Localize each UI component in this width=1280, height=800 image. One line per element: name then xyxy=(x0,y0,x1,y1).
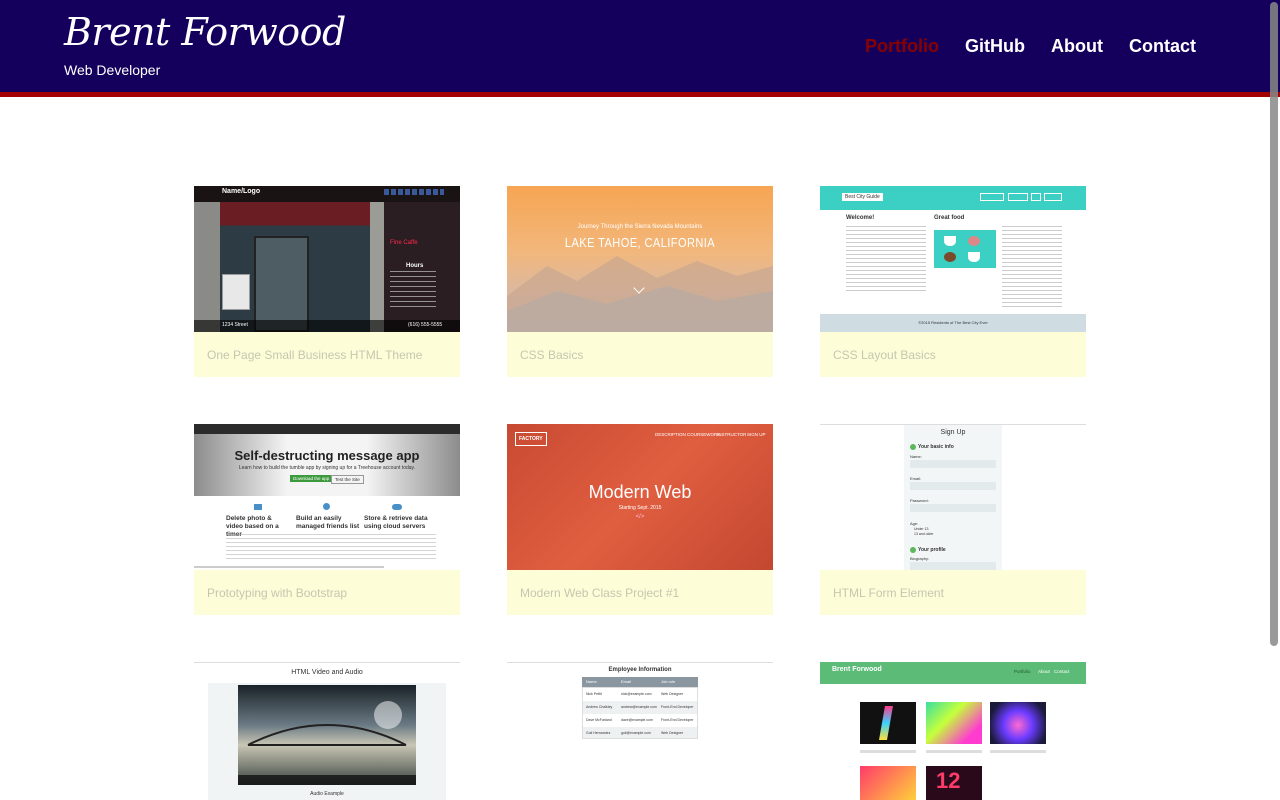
table-cell: Front-End Developer xyxy=(661,718,694,722)
project-thumbnail[interactable]: Sign Up Your basic info Name: Email: Pas… xyxy=(820,424,1086,570)
thumb-download-button: Download the app xyxy=(290,475,333,482)
thumb-nav-about: About xyxy=(1038,669,1050,674)
thumb-section-basic: Your basic info xyxy=(918,444,954,450)
thumb-age-label: Age: xyxy=(910,521,919,526)
thumb-brand: Brent Forwood xyxy=(832,666,882,673)
thumb-subtitle: Starting Sept. 2015 xyxy=(618,505,662,511)
thumb-footer: ©2015 Residents of The Best City Ever xyxy=(918,320,988,325)
thumb-col-name: Name xyxy=(586,679,597,684)
thumb-bio-label: Biography: xyxy=(910,556,930,561)
table-cell: Andrew Chalkley xyxy=(586,705,613,709)
thumb-audio-label: Audio Example xyxy=(310,791,344,797)
thumb-footer-phone: (616) 555-5555 xyxy=(408,322,443,328)
thumb-subtitle: Journey Through the Sierra Nevada Mounta… xyxy=(577,224,703,230)
thumb-hours-title: Hours xyxy=(406,263,424,269)
thumb-nav-portfolio: Portfolio xyxy=(1014,669,1031,674)
table-cell: Dave McFarland xyxy=(586,718,612,722)
thumb-feature-2: Build an easily managed friends list xyxy=(296,515,360,530)
table-cell: Web Designer xyxy=(661,692,684,696)
thumb-field-name: Name: xyxy=(910,454,922,459)
thumb-section-profile: Your profile xyxy=(918,547,946,553)
thumb-heading-right: Great food xyxy=(934,215,965,221)
table-cell: Web Designer xyxy=(661,731,684,735)
thumb-nav-2: COURSEWORK xyxy=(687,432,721,437)
table-cell: Nick Pettit xyxy=(586,692,602,696)
table-cell: Guil Hernandez xyxy=(586,731,611,735)
thumb-field-password: Password: xyxy=(910,498,929,503)
nav-github[interactable]: GitHub xyxy=(965,36,1025,57)
thumb-feature-3: Store & retrieve data using cloud server… xyxy=(364,515,428,530)
project-thumbnail[interactable]: Brent Forwood Portfolio About Contact 12 xyxy=(820,662,1086,800)
project-card-css-layout[interactable]: Best City Guide Welcome! Great food ©201… xyxy=(820,186,1086,377)
project-card-small-business[interactable]: Name/Logo Fine Caffe Hours 1234 Street (… xyxy=(194,186,460,377)
thumb-title: Self-destructing message app xyxy=(234,448,420,463)
thumb-col-email: Email xyxy=(621,679,632,684)
project-card-portfolio-site[interactable]: Brent Forwood Portfolio About Contact 12 xyxy=(820,662,1086,800)
thumb-age-option-1: Under 13 xyxy=(914,527,929,531)
thumb-title: Modern Web xyxy=(588,482,692,502)
thumb-title: Sign Up xyxy=(940,429,966,436)
thumb-test-button: Test the Site xyxy=(331,475,364,484)
project-thumbnail[interactable]: Self-destructing message app Learn how t… xyxy=(194,424,460,570)
page-scrollbar[interactable] xyxy=(1270,0,1278,800)
table-cell: Front-End Developer xyxy=(661,705,694,709)
thumb-nav-4: SIGN UP xyxy=(747,432,766,437)
project-caption[interactable]: One Page Small Business HTML Theme xyxy=(194,332,460,377)
brand-name[interactable]: Brent Forwood xyxy=(64,10,346,54)
project-thumbnail[interactable]: HTML Video and Audio Audio Example xyxy=(194,662,460,800)
table-cell: guil@example.com xyxy=(621,731,651,735)
project-card-bootstrap[interactable]: Self-destructing message app Learn how t… xyxy=(194,424,460,615)
nav-contact[interactable]: Contact xyxy=(1129,36,1196,57)
project-card-video-audio[interactable]: HTML Video and Audio Audio Example xyxy=(194,662,460,800)
project-thumbnail[interactable]: Employee Information Name Email Job role… xyxy=(507,662,773,800)
thumb-age-option-2: 13 and older xyxy=(914,532,934,536)
project-thumbnail[interactable]: Journey Through the Sierra Nevada Mounta… xyxy=(507,186,773,332)
code-icon: </> xyxy=(635,514,645,520)
project-caption[interactable]: CSS Layout Basics xyxy=(820,332,1086,377)
nav-about[interactable]: About xyxy=(1051,36,1103,57)
thumb-subtitle: Learn how to build the tumble app by sig… xyxy=(238,465,416,471)
project-card-html-form[interactable]: Sign Up Your basic info Name: Email: Pas… xyxy=(820,424,1086,615)
video-controls[interactable] xyxy=(238,775,416,785)
project-caption[interactable]: CSS Basics xyxy=(507,332,773,377)
project-thumbnail[interactable]: Name/Logo Fine Caffe Hours 1234 Street (… xyxy=(194,186,460,332)
project-thumbnail[interactable]: FACTORY DESCRIPTION COURSEWORK INSTRUCTO… xyxy=(507,424,773,570)
table-cell: nick@example.com xyxy=(621,692,652,696)
decorative-number: 12 xyxy=(936,768,961,793)
site-header: Brent Forwood Web Developer Portfolio Gi… xyxy=(0,0,1280,97)
thumb-nav-1: DESCRIPTION xyxy=(655,432,686,437)
thumb-footer-address: 1234 Street xyxy=(222,322,248,328)
table-cell: andrew@example.com xyxy=(621,705,657,709)
project-card-modern-web[interactable]: FACTORY DESCRIPTION COURSEWORK INSTRUCTO… xyxy=(507,424,773,615)
thumb-heading-left: Welcome! xyxy=(846,215,875,221)
thumb-nav-3: INSTRUCTOR xyxy=(717,432,747,437)
thumb-title: HTML Video and Audio xyxy=(291,669,363,676)
thumb-logo: Best City Guide xyxy=(842,193,883,201)
scrollbar-thumb[interactable] xyxy=(1270,2,1278,646)
project-caption[interactable]: HTML Form Element xyxy=(820,570,1086,615)
brand-tagline: Web Developer xyxy=(64,62,161,78)
project-card-employee-table[interactable]: Employee Information Name Email Job role… xyxy=(507,662,773,800)
project-caption[interactable]: Prototyping with Bootstrap xyxy=(194,570,460,615)
main-nav: Portfolio GitHub About Contact xyxy=(865,36,1196,57)
project-thumbnail[interactable]: Best City Guide Welcome! Great food ©201… xyxy=(820,186,1086,332)
thumb-logo: FACTORY xyxy=(519,436,543,442)
thumb-col-role: Job role xyxy=(661,679,676,684)
project-caption[interactable]: Modern Web Class Project #1 xyxy=(507,570,773,615)
table-cell: dave@example.com xyxy=(621,718,653,722)
thumb-logo: Name/Logo xyxy=(222,188,261,195)
thumb-field-email: Email: xyxy=(910,476,922,481)
thumb-title: LAKE TAHOE, CALIFORNIA xyxy=(564,235,716,250)
nav-portfolio[interactable]: Portfolio xyxy=(865,36,939,57)
thumb-title: Employee Information xyxy=(608,667,672,673)
project-card-css-basics[interactable]: Journey Through the Sierra Nevada Mounta… xyxy=(507,186,773,377)
thumb-nav-contact: Contact xyxy=(1054,669,1070,674)
